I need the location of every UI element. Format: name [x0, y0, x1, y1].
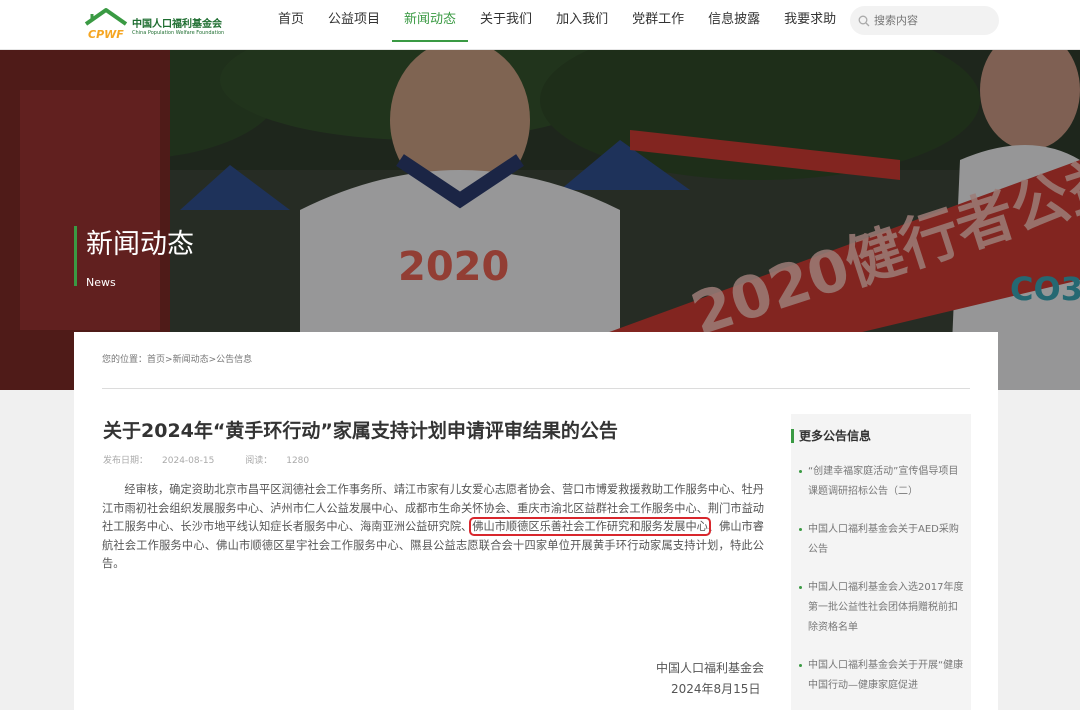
logo-text-cn: 中国人口福利基金会: [132, 19, 222, 30]
search-input[interactable]: [874, 14, 984, 27]
logo-text-en: China Population Welfare Foundation: [132, 30, 225, 36]
sidebar-list: “创建幸福家庭活动”宣传倡导项目课题调研招标公告（二） 中国人口福利基金会关于A…: [799, 462, 965, 710]
nav-item-help[interactable]: 我要求助: [772, 0, 848, 42]
site-header: CPWF 中国人口福利基金会 China Population Welfare …: [0, 0, 1080, 50]
sidebar-link[interactable]: 中国人口福利基金会关于开展“健康中国行动—健康家庭促进: [799, 656, 965, 696]
article-body: 经审核，确定资助北京市昌平区润德社会工作事务所、靖江市家有儿女爱心志愿者协会、营…: [102, 483, 764, 570]
breadcrumb-separator: >: [208, 355, 217, 365]
sidebar-heading: 更多公告信息: [791, 429, 871, 443]
site-logo[interactable]: CPWF 中国人口福利基金会 China Population Welfare …: [82, 4, 225, 44]
svg-text:CPWF: CPWF: [88, 28, 124, 41]
breadcrumb: 您的位置：首页>新闻动态>公告信息: [102, 352, 252, 365]
banner-subtitle: News: [86, 276, 116, 289]
logo-icon: CPWF: [84, 8, 128, 41]
search-box[interactable]: [850, 6, 999, 35]
search-icon[interactable]: [858, 15, 870, 27]
signature-org: 中国人口福利基金会: [656, 661, 765, 675]
view-count: 阅读： 1280: [245, 456, 310, 466]
banner-title: 新闻动态: [86, 229, 194, 260]
article-title: 关于2024年“黄手环行动”家属支持计划申请评审结果的公告: [103, 420, 618, 442]
breadcrumb-item-news[interactable]: 新闻动态: [173, 355, 209, 365]
content-card: 您的位置：首页>新闻动态>公告信息 关于2024年“黄手环行动”家属支持计划申请…: [74, 332, 998, 710]
more-notices-sidebar: 更多公告信息 “创建幸福家庭活动”宣传倡导项目课题调研招标公告（二） 中国人口福…: [791, 414, 971, 710]
breadcrumb-prefix: 您的位置：: [102, 355, 148, 365]
main-nav: 首页 公益项目 新闻动态 关于我们 加入我们 党群工作 信息披露 我要求助: [266, 0, 848, 50]
breadcrumb-separator: >: [165, 355, 173, 365]
nav-item-news[interactable]: 新闻动态: [392, 0, 469, 42]
nav-item-disclosure[interactable]: 信息披露: [696, 0, 772, 42]
nav-item-about[interactable]: 关于我们: [468, 0, 544, 42]
nav-item-home[interactable]: 首页: [266, 0, 316, 42]
sidebar-link[interactable]: “创建幸福家庭活动”宣传倡导项目课题调研招标公告（二）: [799, 462, 965, 502]
sidebar-link[interactable]: 中国人口福利基金会关于AED采购公告: [799, 520, 965, 560]
nav-item-join[interactable]: 加入我们: [544, 0, 620, 42]
breadcrumb-item-notices[interactable]: 公告信息: [216, 355, 252, 365]
nav-item-projects[interactable]: 公益项目: [316, 0, 392, 42]
highlighted-org-name: 佛山市顺德区乐善社会工作研究和服务发展中心: [469, 517, 711, 536]
publish-date: 发布日期： 2024-08-15: [103, 456, 215, 466]
signature-date: 2024年8月15日: [671, 682, 761, 696]
breadcrumb-item-home[interactable]: 首页: [147, 355, 165, 365]
divider: [102, 388, 970, 389]
nav-item-party[interactable]: 党群工作: [620, 0, 696, 42]
sidebar-link[interactable]: 中国人口福利基金会入选2017年度第一批公益性社会团体捐赠税前扣除资格名单: [799, 578, 965, 638]
banner-accent-bar: [74, 226, 77, 286]
article-meta: 发布日期： 2024-08-15 阅读： 1280: [103, 453, 337, 466]
